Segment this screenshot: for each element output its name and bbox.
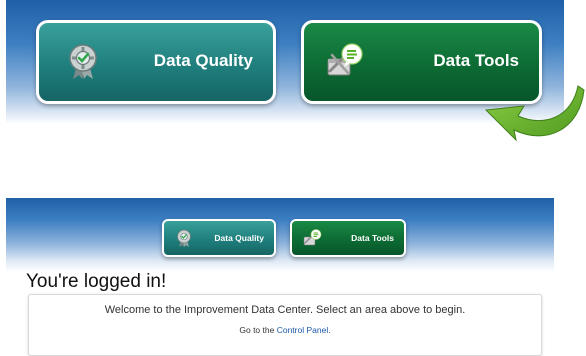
page-title: You're logged in! [26, 271, 167, 292]
goto-suffix: . [328, 325, 331, 335]
data-tools-label: Data Tools [433, 51, 519, 70]
data-quality-tile[interactable]: Data Quality [162, 219, 276, 257]
welcome-message: Welcome to the Improvement Data Center. … [104, 304, 466, 316]
award-gear-icon [177, 229, 191, 247]
data-quality-label: Data Quality [214, 233, 264, 243]
welcome-card: Welcome to the Improvement Data Center. … [28, 294, 542, 356]
data-quality-tile-zoomed[interactable]: Data Quality [36, 20, 276, 104]
control-panel-line: Go to the Control Panel. [29, 325, 541, 335]
control-panel-link[interactable]: Control Panel [277, 325, 329, 335]
curved-arrow-icon [484, 85, 585, 142]
award-gear-icon [69, 44, 97, 79]
tools-chat-icon [303, 229, 322, 246]
tools-chat-icon [327, 43, 363, 76]
data-tools-label: Data Tools [351, 233, 394, 243]
data-quality-label: Data Quality [153, 51, 253, 70]
page-header-band [6, 198, 554, 272]
data-tools-tile[interactable]: Data Tools [290, 219, 406, 257]
goto-prefix: Go to the [239, 325, 277, 335]
